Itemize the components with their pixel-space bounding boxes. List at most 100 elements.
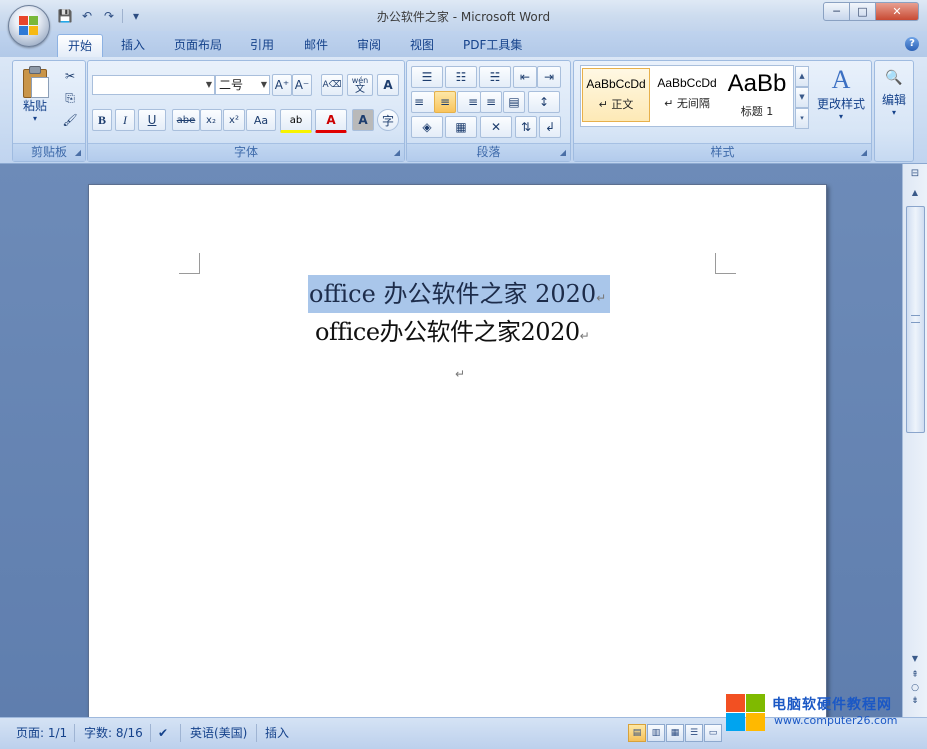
minimize-button[interactable]: ─ bbox=[823, 2, 850, 21]
change-case-button[interactable]: Aa bbox=[246, 109, 276, 131]
phonetic-guide-button[interactable]: wén 文 bbox=[347, 74, 373, 96]
draft-icon[interactable]: ▭ bbox=[704, 724, 722, 742]
chevron-down-icon: ▾ bbox=[838, 112, 843, 121]
character-shading-button[interactable]: A bbox=[352, 109, 374, 131]
gallery-down-icon[interactable]: ▼ bbox=[795, 87, 809, 108]
empty-paragraph[interactable]: ↵ bbox=[455, 367, 465, 381]
font-color-button[interactable]: A bbox=[315, 109, 347, 133]
word-count[interactable]: 字数: 8/16 bbox=[84, 723, 143, 743]
vertical-scrollbar[interactable]: ⊟ ▲ ▼ ⇞ ○ ⇟ bbox=[902, 164, 927, 717]
align-right-button[interactable]: ≡ bbox=[457, 91, 481, 113]
gallery-up-icon[interactable]: ▲ bbox=[795, 66, 809, 87]
outline-icon[interactable]: ☰ bbox=[685, 724, 703, 742]
tab-pdf-tools[interactable]: PDF工具集 bbox=[453, 34, 532, 56]
shading-button[interactable]: ◈ bbox=[411, 116, 443, 138]
font-launcher-icon[interactable]: ◢ bbox=[392, 148, 402, 158]
highlight-button[interactable]: ab bbox=[280, 109, 312, 133]
cut-icon[interactable]: ✂ bbox=[59, 65, 81, 87]
tab-page-layout[interactable]: 页面布局 bbox=[164, 34, 232, 56]
document-line-1-selected[interactable]: office 办公软件之家 2020↵ bbox=[308, 275, 611, 313]
strikethrough-button[interactable]: abe bbox=[172, 109, 200, 131]
bold-button[interactable]: B bbox=[92, 109, 112, 131]
sort-button[interactable]: ⇅ bbox=[515, 116, 537, 138]
multilevel-list-button[interactable]: ☵ bbox=[479, 66, 511, 88]
copy-icon[interactable]: ⎘ bbox=[59, 87, 81, 109]
style-normal-sample: AaBbCcDd bbox=[586, 77, 646, 91]
full-screen-reading-icon[interactable]: ▥ bbox=[647, 724, 665, 742]
increase-indent-button[interactable]: ⇥ bbox=[537, 66, 561, 88]
center-button[interactable]: ≡ bbox=[434, 91, 456, 113]
tab-references[interactable]: 引用 bbox=[240, 34, 284, 56]
show-marks-button[interactable]: ↲ bbox=[539, 116, 561, 138]
style-no-spacing[interactable]: AaBbCcDd ↵ 无间隔 bbox=[653, 68, 721, 122]
ruler-toggle-icon[interactable]: ⊟ bbox=[908, 168, 922, 182]
language-indicator[interactable]: 英语(美国) bbox=[190, 723, 247, 743]
style-normal-name: ↵ 正文 bbox=[598, 98, 634, 111]
distributed-button[interactable]: ▤ bbox=[503, 91, 525, 113]
tab-mailings[interactable]: 邮件 bbox=[294, 34, 338, 56]
justify-button[interactable]: ≡ bbox=[480, 91, 502, 113]
page-count[interactable]: 页面: 1/1 bbox=[16, 723, 67, 743]
style-heading-1[interactable]: AaBb 标题 1 bbox=[723, 68, 791, 122]
format-painter-icon[interactable]: 🖌 bbox=[59, 109, 81, 131]
gallery-more-icon[interactable]: ▾ bbox=[795, 108, 809, 129]
chevron-down-icon: ▼ bbox=[205, 80, 212, 89]
character-border-button[interactable]: A bbox=[377, 74, 399, 96]
document-line-2[interactable]: office办公软件之家2020↵ bbox=[315, 314, 590, 350]
superscript-button[interactable]: x² bbox=[223, 109, 245, 131]
chevron-down-icon: ▼ bbox=[260, 80, 267, 89]
document-page[interactable]: office 办公软件之家 2020↵ office办公软件之家2020↵ ↵ bbox=[88, 184, 827, 726]
scroll-up-icon[interactable]: ▲ bbox=[907, 186, 923, 200]
tab-view[interactable]: 视图 bbox=[400, 34, 444, 56]
shrink-font-button[interactable]: A⁻ bbox=[292, 74, 312, 96]
paste-icon bbox=[21, 65, 49, 98]
print-layout-icon[interactable]: ▤ bbox=[628, 724, 646, 742]
clipboard-launcher-icon[interactable]: ◢ bbox=[73, 148, 83, 158]
insert-mode-indicator[interactable]: 插入 bbox=[265, 723, 289, 743]
line-1-text: office 办公软件之家 2020 bbox=[309, 280, 597, 308]
tab-review[interactable]: 审阅 bbox=[347, 34, 391, 56]
paragraph-label: 段落 bbox=[407, 143, 570, 161]
font-size-combo[interactable]: 二号 ▼ bbox=[215, 75, 270, 95]
editing-button[interactable]: 🔍 编辑 ▾ bbox=[875, 65, 913, 117]
restore-button[interactable]: □ bbox=[850, 2, 876, 21]
scroll-thumb[interactable] bbox=[906, 206, 925, 433]
borders-button[interactable]: ▦ bbox=[445, 116, 477, 138]
clear-format-button[interactable]: A⌫ bbox=[321, 74, 343, 96]
styles-launcher-icon[interactable]: ◢ bbox=[859, 148, 869, 158]
close-button[interactable]: ✕ bbox=[876, 2, 919, 21]
paste-dropdown-icon: ▾ bbox=[32, 114, 37, 123]
site-watermark: 电脑软硬件教程网 www.computer26.com bbox=[722, 690, 927, 740]
styles-gallery: AaBbCcDd ↵ 正文 AaBbCcDd ↵ 无间隔 AaBb 标题 1 ▲… bbox=[580, 65, 809, 129]
office-button[interactable] bbox=[8, 5, 50, 47]
align-left-button[interactable]: ≡ bbox=[411, 91, 435, 113]
subscript-button[interactable]: x₂ bbox=[200, 109, 222, 131]
underline-button[interactable]: U bbox=[138, 109, 166, 131]
asian-layout-button[interactable]: ✕ bbox=[480, 116, 512, 138]
decrease-indent-button[interactable]: ⇤ bbox=[513, 66, 537, 88]
font-name-combo[interactable]: ▼ bbox=[92, 75, 215, 95]
grow-font-button[interactable]: A⁺ bbox=[272, 74, 292, 96]
office-logo-icon bbox=[19, 16, 39, 36]
help-icon[interactable]: ? bbox=[905, 37, 919, 51]
proofing-icon[interactable]: ✔ bbox=[158, 723, 168, 743]
numbering-button[interactable]: ☷ bbox=[445, 66, 477, 88]
status-separator bbox=[180, 724, 181, 742]
paste-button[interactable]: 粘贴 ▾ bbox=[15, 65, 55, 123]
previous-page-icon[interactable]: ⇞ bbox=[908, 669, 922, 682]
window-controls: ─ □ ✕ bbox=[823, 2, 919, 21]
style-normal[interactable]: AaBbCcDd ↵ 正文 bbox=[582, 68, 650, 122]
scroll-down-icon[interactable]: ▼ bbox=[907, 652, 923, 666]
italic-button[interactable]: I bbox=[115, 109, 135, 131]
change-styles-button[interactable]: A 更改样式 ▾ bbox=[812, 65, 870, 121]
tab-insert[interactable]: 插入 bbox=[111, 34, 155, 56]
style-no-spacing-name: ↵ 无间隔 bbox=[664, 97, 710, 110]
paragraph-launcher-icon[interactable]: ◢ bbox=[558, 148, 568, 158]
watermark-title: 电脑软硬件教程网 bbox=[772, 697, 892, 713]
enclose-char-button[interactable]: 字 bbox=[377, 109, 399, 131]
editing-group: 🔍 编辑 ▾ bbox=[874, 60, 914, 162]
web-layout-icon[interactable]: ▦ bbox=[666, 724, 684, 742]
line-spacing-button[interactable]: ↕ bbox=[528, 91, 560, 113]
tab-home[interactable]: 开始 bbox=[57, 34, 104, 58]
bullets-button[interactable]: ☰ bbox=[411, 66, 443, 88]
